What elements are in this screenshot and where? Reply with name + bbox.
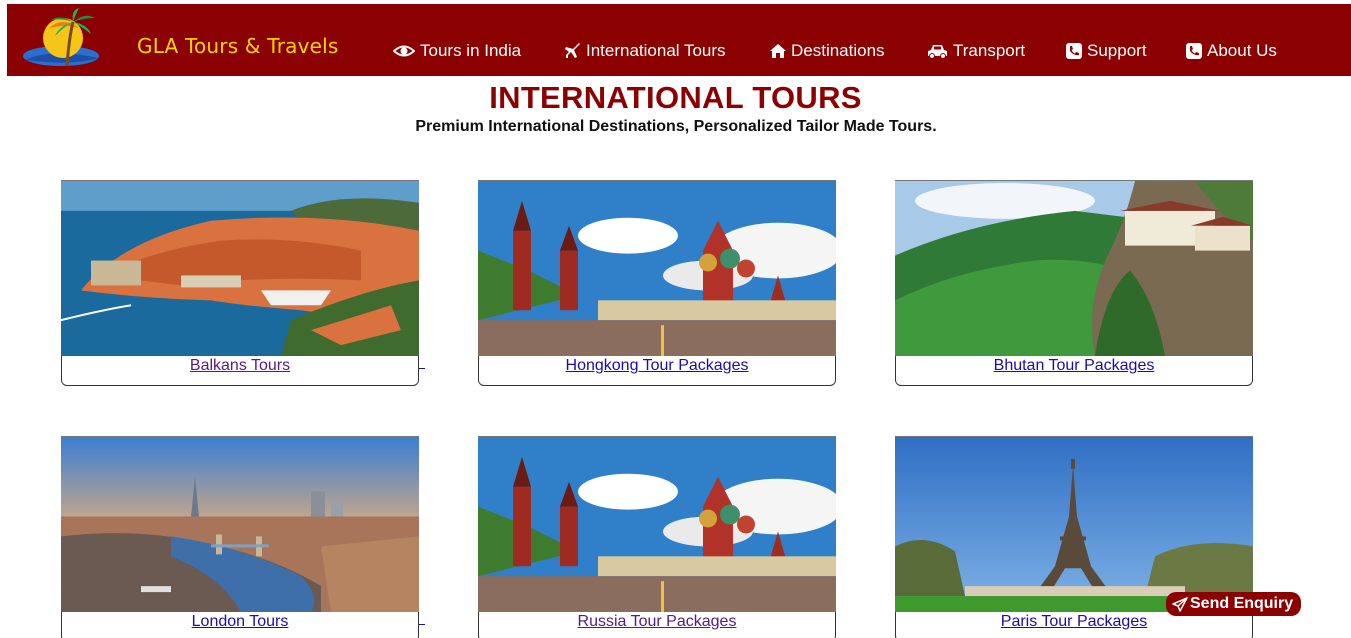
nav-support[interactable]: Support bbox=[1066, 41, 1147, 61]
nav-label: Support bbox=[1087, 41, 1147, 60]
tour-link-paris[interactable]: Paris Tour Packages bbox=[1001, 613, 1147, 630]
tour-card-london[interactable]: London Tours bbox=[61, 436, 419, 638]
paper-plane-icon bbox=[1172, 596, 1188, 612]
tour-card-bhutan[interactable]: Bhutan Tour Packages bbox=[895, 180, 1253, 386]
tour-caption: Balkans Tours bbox=[61, 356, 419, 386]
nav-label: About Us bbox=[1207, 41, 1277, 60]
airplane-icon bbox=[565, 43, 580, 58]
top-navbar: GLA Tours & Travels Tours in India Inter… bbox=[7, 4, 1351, 76]
balkans-photo[interactable] bbox=[61, 180, 419, 356]
nav-label: Tours in India bbox=[420, 41, 522, 60]
london-photo[interactable] bbox=[61, 436, 419, 612]
eye-icon bbox=[393, 45, 415, 57]
red-square-photo[interactable] bbox=[478, 436, 836, 612]
tour-link-hongkong[interactable]: Hongkong Tour Packages bbox=[566, 357, 749, 374]
phone-icon bbox=[1186, 43, 1202, 59]
separator-dash bbox=[419, 624, 425, 625]
tour-caption: London Tours bbox=[61, 612, 419, 638]
palm-beach-logo[interactable] bbox=[21, 8, 103, 72]
nav-international-tours[interactable]: International Tours bbox=[565, 41, 726, 61]
page-title: INTERNATIONAL TOURS bbox=[489, 80, 862, 115]
eiffel-tower-photo[interactable] bbox=[895, 436, 1253, 612]
page-subtitle: Premium International Destinations, Pers… bbox=[415, 118, 937, 135]
tour-link-london[interactable]: London Tours bbox=[192, 613, 289, 630]
nav-label: International Tours bbox=[586, 41, 726, 60]
bhutan-monastery-photo[interactable] bbox=[895, 180, 1253, 356]
tour-link-balkans[interactable]: Balkans Tours bbox=[190, 357, 290, 374]
tour-card-hongkong[interactable]: Hongkong Tour Packages bbox=[478, 180, 836, 386]
nav-transport[interactable]: Transport bbox=[927, 41, 1025, 61]
phone-icon bbox=[1066, 43, 1082, 59]
tour-link-russia[interactable]: Russia Tour Packages bbox=[578, 613, 737, 630]
tour-caption: Russia Tour Packages bbox=[478, 612, 836, 638]
car-icon bbox=[928, 44, 947, 59]
tour-card-russia[interactable]: Russia Tour Packages bbox=[478, 436, 836, 638]
nav-label: Transport bbox=[953, 41, 1026, 60]
tour-caption: Hongkong Tour Packages bbox=[478, 356, 836, 386]
send-enquiry-label: Send Enquiry bbox=[1190, 595, 1294, 612]
tour-card-balkans[interactable]: Balkans Tours bbox=[61, 180, 419, 386]
home-icon bbox=[770, 44, 786, 58]
tour-link-bhutan[interactable]: Bhutan Tour Packages bbox=[994, 357, 1155, 374]
send-enquiry-button[interactable]: Send Enquiry bbox=[1166, 592, 1301, 616]
nav-label: Destinations bbox=[791, 41, 885, 60]
nav-destinations[interactable]: Destinations bbox=[770, 41, 885, 61]
nav-about-us[interactable]: About Us bbox=[1186, 41, 1277, 61]
separator-dash bbox=[419, 368, 425, 369]
red-square-photo[interactable] bbox=[478, 180, 836, 356]
brand-name[interactable]: GLA Tours & Travels bbox=[137, 34, 339, 58]
tour-caption: Bhutan Tour Packages bbox=[895, 356, 1253, 386]
nav-tours-in-india[interactable]: Tours in India bbox=[393, 41, 521, 61]
